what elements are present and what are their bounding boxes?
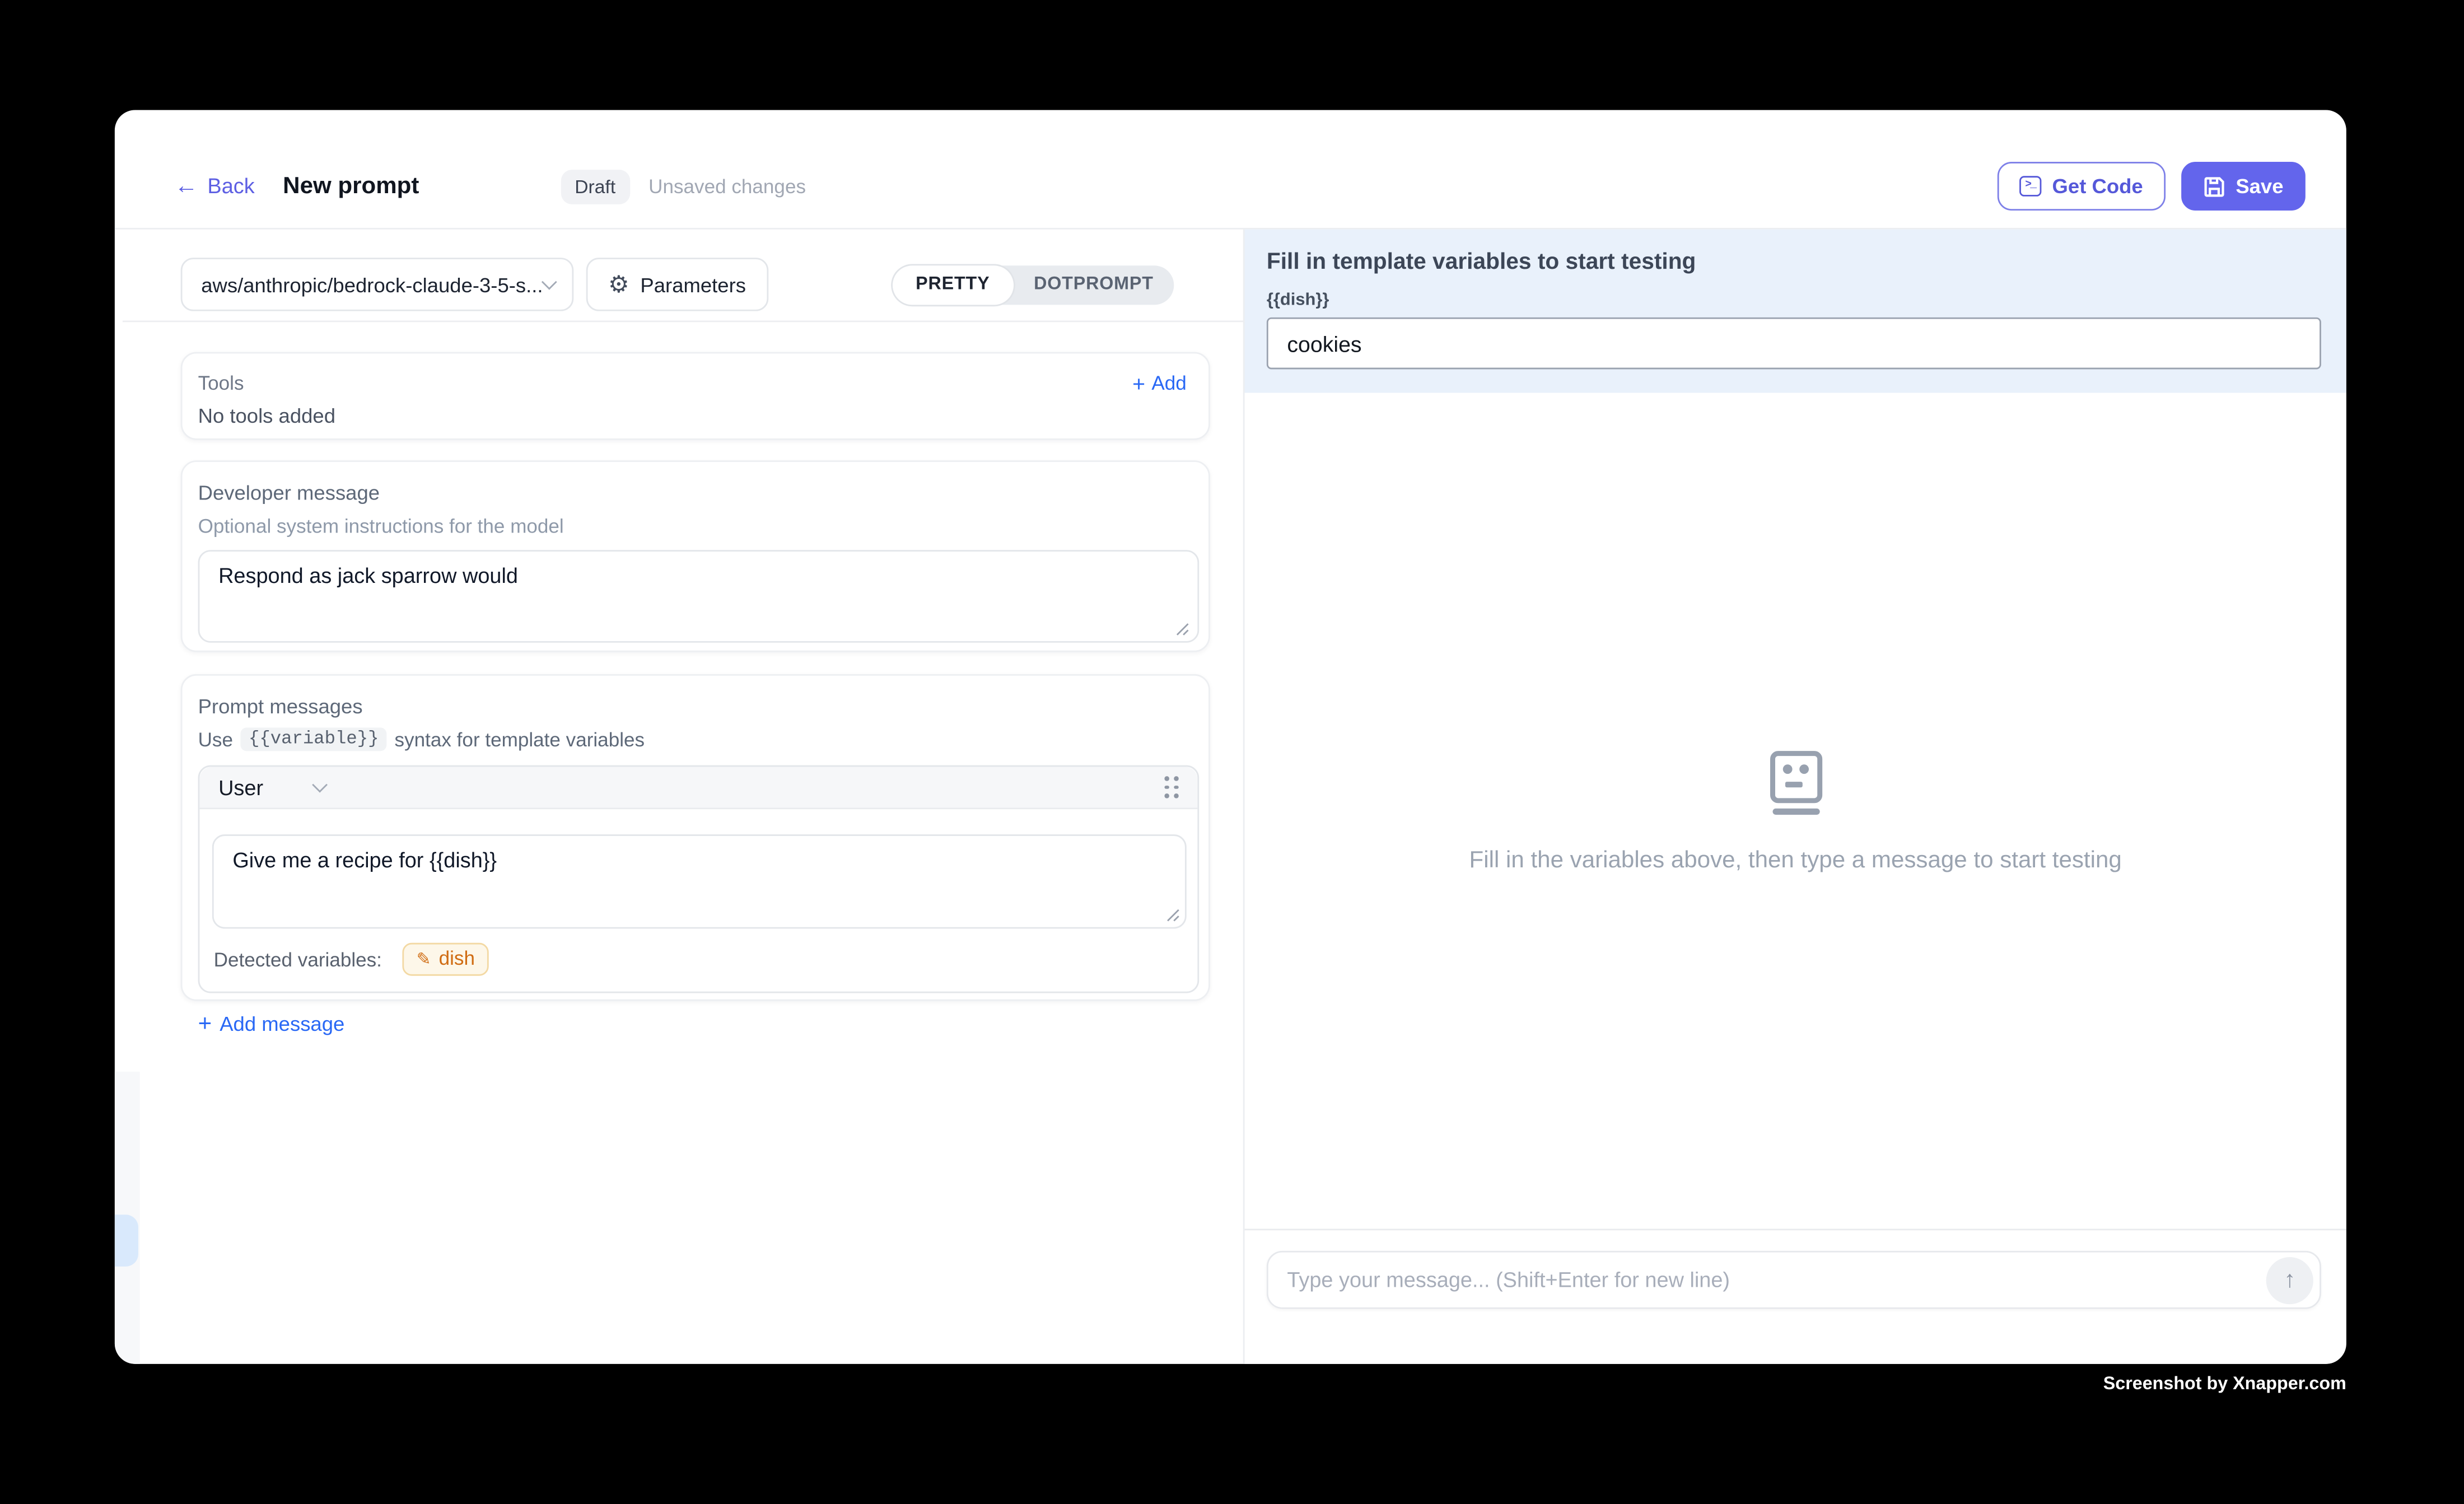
variable-syntax-hint: Use {{variable}} syntax for template var… bbox=[198, 727, 1196, 751]
resize-grip-icon[interactable] bbox=[1175, 622, 1189, 636]
chat-input-bar: ↑ bbox=[1245, 1230, 2346, 1364]
add-tool-label: Add bbox=[1151, 372, 1186, 394]
detected-variables-label: Detected variables: bbox=[214, 949, 382, 970]
back-label: Back bbox=[207, 174, 254, 198]
developer-message-field-wrap bbox=[198, 550, 1196, 643]
drag-handle-icon[interactable] bbox=[1164, 776, 1178, 798]
edge-highlight-fragment bbox=[115, 1215, 138, 1267]
save-icon bbox=[2202, 175, 2224, 197]
model-selector[interactable]: aws/anthropic/bedrock-claude-3-5-s... bbox=[181, 258, 574, 311]
message-content-input[interactable] bbox=[212, 834, 1187, 928]
send-arrow-icon: ↑ bbox=[2284, 1267, 2295, 1293]
get-code-button[interactable]: >_ Get Code bbox=[1997, 162, 2165, 211]
message-header: User bbox=[199, 767, 1197, 809]
fill-variables-title: Fill in template variables to start test… bbox=[1267, 250, 2321, 275]
hint-prefix: Use bbox=[198, 728, 233, 750]
resize-grip-icon[interactable] bbox=[1166, 908, 1180, 922]
back-arrow-icon: ← bbox=[174, 174, 198, 198]
tools-card: Tools + Add No tools added bbox=[181, 352, 1210, 440]
back-button[interactable]: ← Back bbox=[174, 174, 254, 198]
prompt-editor-panel: aws/anthropic/bedrock-claude-3-5-s... ⚙ … bbox=[115, 230, 1245, 1364]
app-window: ← Back New prompt Draft Unsaved changes … bbox=[115, 110, 2346, 1363]
get-code-label: Get Code bbox=[2052, 174, 2143, 198]
gear-icon: ⚙ bbox=[608, 273, 629, 296]
robot-face-icon bbox=[1764, 749, 1827, 815]
tools-title: Tools bbox=[198, 372, 244, 394]
watermark-text: Screenshot by Xnapper.com bbox=[0, 1375, 2346, 1394]
developer-message-card: Developer message Optional system instru… bbox=[181, 460, 1210, 652]
save-label: Save bbox=[2236, 174, 2283, 198]
terminal-icon: >_ bbox=[2019, 176, 2041, 196]
variable-key-label: {{dish}} bbox=[1267, 291, 2321, 310]
developer-message-subtitle: Optional system instructions for the mod… bbox=[198, 515, 1196, 537]
header: ← Back New prompt Draft Unsaved changes … bbox=[115, 110, 2346, 229]
prompt-messages-title: Prompt messages bbox=[198, 694, 1196, 718]
toggle-option-dotprompt[interactable]: DOTPROMPT bbox=[1014, 275, 1174, 294]
message-block: User bbox=[198, 765, 1200, 993]
unsaved-changes-text: Unsaved changes bbox=[648, 175, 806, 197]
plus-icon: + bbox=[198, 1012, 212, 1035]
chevron-down-icon bbox=[311, 776, 327, 792]
parameters-button[interactable]: ⚙ Parameters bbox=[586, 258, 768, 311]
prompt-messages-card: Prompt messages Use {{variable}} syntax … bbox=[181, 674, 1210, 1001]
variables-fill-section: Fill in template variables to start test… bbox=[1245, 230, 2346, 393]
chat-message-input[interactable] bbox=[1287, 1268, 2266, 1292]
save-button[interactable]: Save bbox=[2181, 162, 2306, 211]
model-selector-value: aws/anthropic/bedrock-claude-3-5-s... bbox=[201, 273, 543, 296]
add-message-button[interactable]: + Add message bbox=[198, 1012, 345, 1035]
hint-suffix: syntax for template variables bbox=[395, 728, 645, 750]
chat-input-box: ↑ bbox=[1267, 1251, 2321, 1309]
tools-empty-text: No tools added bbox=[198, 404, 1187, 427]
empty-state-text: Fill in the variables above, then type a… bbox=[1469, 846, 2122, 873]
message-body bbox=[199, 809, 1197, 928]
variable-value-input[interactable] bbox=[1267, 317, 2321, 370]
developer-message-input[interactable] bbox=[198, 550, 1200, 643]
send-button[interactable]: ↑ bbox=[2266, 1257, 2313, 1304]
add-message-label: Add message bbox=[220, 1012, 344, 1035]
tester-panel: Fill in template variables to start test… bbox=[1245, 230, 2346, 1364]
variable-code-chip: {{variable}} bbox=[241, 727, 387, 751]
chat-empty-state: Fill in the variables above, then type a… bbox=[1245, 393, 2346, 1229]
variable-badge-label: dish bbox=[439, 947, 475, 969]
editor-content: Tools + Add No tools added Developer mes… bbox=[115, 322, 1243, 1001]
variable-badge-dish[interactable]: ✎ dish bbox=[402, 943, 489, 976]
screenshot-stage: ← Back New prompt Draft Unsaved changes … bbox=[0, 0, 2464, 1504]
plus-icon: + bbox=[1132, 372, 1145, 394]
message-role-value: User bbox=[218, 776, 263, 799]
message-field-wrap bbox=[212, 834, 1187, 928]
detected-variables-row: Detected variables: ✎ dish bbox=[199, 929, 1197, 992]
main-split: aws/anthropic/bedrock-claude-3-5-s... ⚙ … bbox=[115, 230, 2346, 1364]
developer-message-title: Developer message bbox=[198, 481, 1196, 505]
parameters-label: Parameters bbox=[640, 273, 746, 296]
add-tool-button[interactable]: + Add bbox=[1132, 372, 1187, 394]
chevron-down-icon bbox=[542, 273, 557, 289]
page-title: New prompt bbox=[283, 173, 419, 200]
status-badge: Draft bbox=[561, 169, 630, 204]
message-role-select[interactable]: User bbox=[218, 776, 324, 799]
header-actions: >_ Get Code Save bbox=[1997, 162, 2306, 211]
pencil-icon: ✎ bbox=[417, 949, 431, 969]
view-toggle: PRETTY DOTPROMPT bbox=[892, 265, 1174, 304]
tools-header: Tools + Add bbox=[198, 372, 1187, 394]
model-row: aws/anthropic/bedrock-claude-3-5-s... ⚙ … bbox=[115, 230, 1243, 321]
toggle-option-pretty[interactable]: PRETTY bbox=[892, 265, 1014, 304]
